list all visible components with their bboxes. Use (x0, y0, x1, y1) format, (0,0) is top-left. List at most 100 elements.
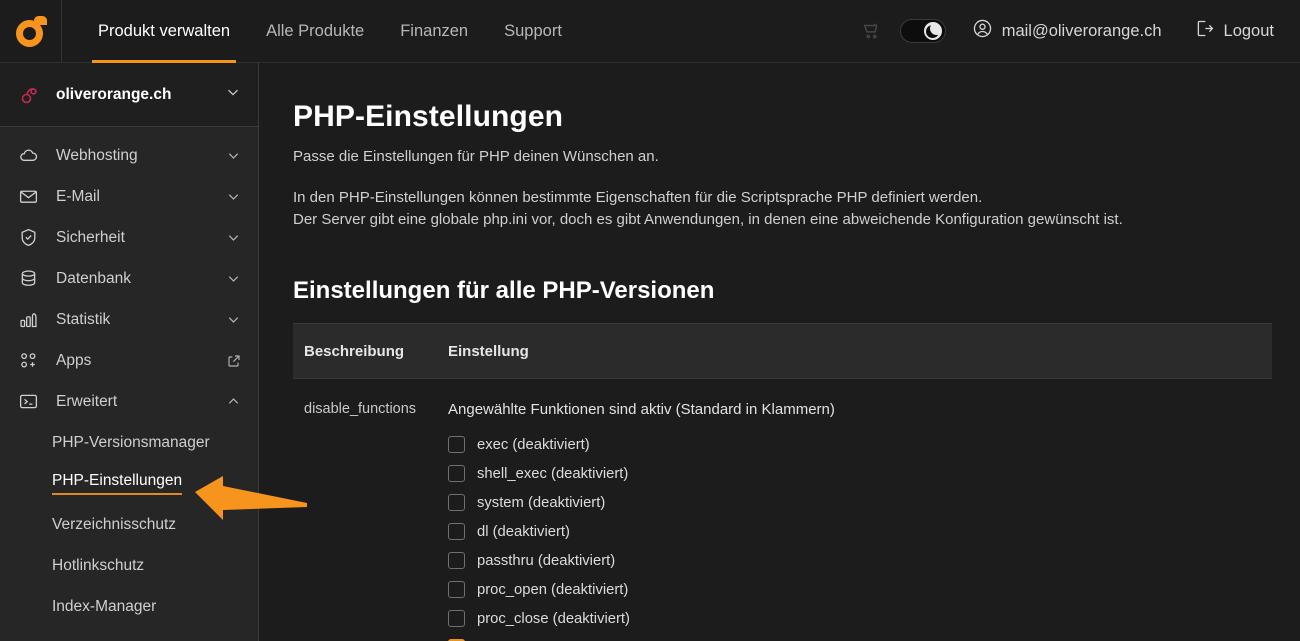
sidebar-item-statistik[interactable]: Statistik (0, 299, 258, 340)
sidebar-item-label: Apps (56, 351, 92, 369)
sidebar-item-label: Erweitert (56, 392, 118, 410)
checkbox-row-exec[interactable]: exec (deaktiviert) (448, 430, 1272, 459)
page-paragraph-line-1: In den PHP-Einstellungen können bestimmt… (293, 189, 983, 206)
sidebar-subitem-index-manager[interactable]: Index-Manager (0, 586, 258, 627)
cart-icon[interactable] (852, 11, 892, 51)
account-email: mail@oliverorange.ch (1001, 21, 1162, 40)
sidebar-menu: Webhosting E-Mail Sicherheit Datenbank S… (0, 127, 258, 627)
checkbox-system[interactable] (448, 494, 465, 511)
nav-item-finanzen[interactable]: Finanzen (382, 0, 486, 63)
checkbox-label: passthru (deaktiviert) (477, 552, 616, 569)
top-navigation-bar: Produkt verwalten Alle Produkte Finanzen… (0, 0, 1300, 63)
nav-label: Finanzen (400, 21, 469, 40)
terminal-icon (18, 391, 44, 412)
row-setting-cell: Angewählte Funktionen sind aktiv (Standa… (448, 401, 1272, 641)
sidebar-subitem-hotlinkschutz[interactable]: Hotlinkschutz (0, 545, 258, 586)
main-nav: Produkt verwalten Alle Produkte Finanzen… (80, 0, 580, 63)
main-content: PHP-Einstellungen Passe die Einstellunge… (260, 63, 1300, 641)
nav-label: Support (504, 21, 562, 40)
toggle-knob (923, 22, 942, 40)
section-title: Einstellungen für alle PHP-Versionen (293, 277, 715, 304)
checkbox-row-proc-close[interactable]: proc_close (deaktiviert) (448, 604, 1272, 633)
pointer-arrow (193, 474, 308, 522)
row-label-disable-functions: disable_functions (304, 401, 417, 417)
sidebar-subitem-label: Verzeichnisschutz (52, 515, 177, 533)
chevron-down-icon (225, 270, 242, 287)
cloud-icon (18, 145, 44, 166)
domain-name: oliverorange.ch (56, 85, 172, 103)
checkbox-row-mail[interactable]: mail (aktiviert) (448, 633, 1272, 641)
bar-chart-icon (18, 309, 44, 330)
sidebar-subitem-label: Hotlinkschutz (52, 556, 145, 574)
sidebar-item-apps[interactable]: Apps (0, 340, 258, 381)
dark-mode-toggle[interactable] (899, 19, 946, 43)
checkbox-row-shell-exec[interactable]: shell_exec (deaktiviert) (448, 459, 1272, 488)
checkbox-row-dl[interactable]: dl (deaktiviert) (448, 517, 1272, 546)
checkbox-row-system[interactable]: system (deaktiviert) (448, 488, 1272, 517)
sidebar-item-webhosting[interactable]: Webhosting (0, 135, 258, 176)
sidebar-subitem-label: Index-Manager (52, 597, 157, 615)
nav-item-produkt-verwalten[interactable]: Produkt verwalten (80, 0, 248, 63)
moon-icon (926, 24, 940, 38)
checkbox-dl[interactable] (448, 523, 465, 540)
checkbox-label: system (deaktiviert) (477, 494, 606, 511)
logout-icon (1194, 18, 1215, 44)
chevron-down-icon (225, 188, 242, 205)
sidebar-subitem-label: PHP-Versionsmanager (52, 433, 210, 451)
sidebar-domain-selector[interactable]: oliverorange.ch (0, 63, 258, 127)
logout-button[interactable]: Logout (1184, 12, 1284, 50)
sidebar-item-email[interactable]: E-Mail (0, 176, 258, 217)
checkbox-passthru[interactable] (448, 552, 465, 569)
nav-label: Alle Produkte (266, 21, 365, 40)
sidebar-item-sicherheit[interactable]: Sicherheit (0, 217, 258, 258)
account-menu[interactable]: mail@oliverorange.ch (962, 12, 1172, 50)
checkbox-row-passthru[interactable]: passthru (deaktiviert) (448, 546, 1272, 575)
apps-grid-plus-icon (18, 350, 44, 371)
checkbox-exec[interactable] (448, 436, 465, 453)
chevron-up-icon (225, 393, 242, 410)
table-row: disable_functions Angewählte Funktionen … (293, 379, 1272, 641)
checkbox-proc-close[interactable] (448, 610, 465, 627)
nav-item-support[interactable]: Support (486, 0, 580, 63)
brand-logo[interactable] (0, 0, 62, 63)
sidebar-item-erweitert[interactable]: Erweitert (0, 381, 258, 422)
checkbox-shell-exec[interactable] (448, 465, 465, 482)
sidebar-subitem-php-versionsmanager[interactable]: PHP-Versionsmanager (0, 422, 258, 463)
sidebar-item-label: Webhosting (56, 146, 138, 164)
chevron-down-icon (225, 311, 242, 328)
setting-heading: Angewählte Funktionen sind aktiv (Standa… (448, 401, 835, 418)
chevron-down-icon (225, 229, 242, 246)
column-header-einstellung: Einstellung (448, 342, 529, 360)
user-circle-icon (972, 18, 993, 44)
envelope-icon (18, 186, 44, 207)
page-title: PHP-Einstellungen (293, 100, 564, 133)
checkbox-label: proc_open (deaktiviert) (477, 581, 629, 598)
sidebar-item-label: Datenbank (56, 269, 131, 287)
shield-check-icon (18, 227, 44, 248)
sidebar-item-datenbank[interactable]: Datenbank (0, 258, 258, 299)
column-header-beschreibung: Beschreibung (304, 342, 405, 360)
checkbox-row-proc-open[interactable]: proc_open (deaktiviert) (448, 575, 1272, 604)
database-icon (18, 268, 44, 289)
app-root: Produkt verwalten Alle Produkte Finanzen… (0, 0, 1300, 641)
sidebar-subitem-label: PHP-Einstellungen (52, 472, 183, 495)
chevron-down-icon (225, 147, 242, 164)
external-link-icon (226, 353, 242, 369)
sidebar-item-label: Sicherheit (56, 228, 125, 246)
checkbox-proc-open[interactable] (448, 581, 465, 598)
cherry-icon (18, 83, 44, 107)
page-paragraph-line-2: Der Server gibt eine globale php.ini vor… (293, 211, 1123, 228)
nav-item-alle-produkte[interactable]: Alle Produkte (248, 0, 382, 63)
checkbox-label: proc_close (deaktiviert) (477, 610, 630, 627)
top-bar-actions: mail@oliverorange.ch Logout (852, 11, 1300, 51)
checkbox-label: exec (deaktiviert) (477, 436, 590, 453)
logout-label: Logout (1223, 21, 1274, 40)
php-settings-table: Beschreibung Einstellung disable_functio… (293, 323, 1272, 641)
sidebar-item-label: Statistik (56, 310, 111, 328)
sidebar: oliverorange.ch Webhosting E-Mail Sicher… (0, 63, 259, 641)
sidebar-item-label: E-Mail (56, 187, 100, 205)
page-lead-text: Passe die Einstellungen für PHP deinen W… (293, 148, 659, 165)
checkbox-label: dl (deaktiviert) (477, 523, 570, 540)
nav-label: Produkt verwalten (98, 21, 231, 40)
table-header-row: Beschreibung Einstellung (293, 323, 1272, 379)
